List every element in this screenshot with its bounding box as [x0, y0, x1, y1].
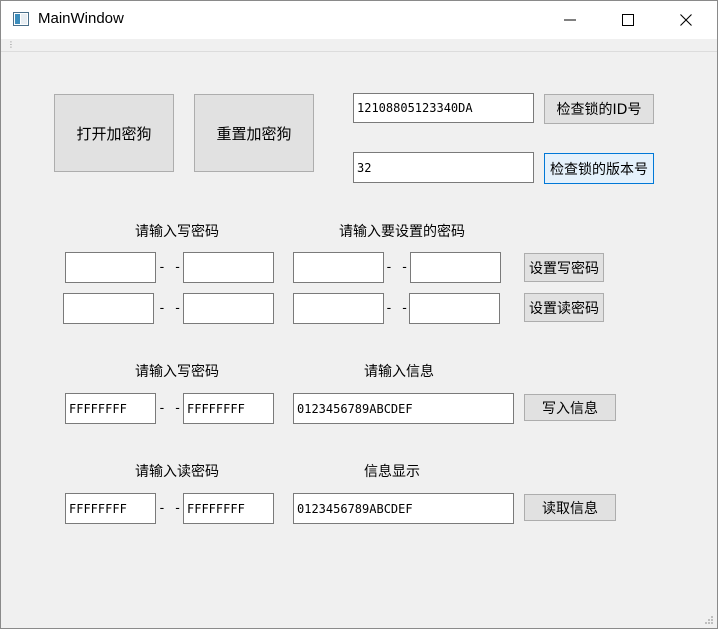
read-section-password-prompt: 请输入读密码: [135, 464, 219, 480]
setup-row2-old-password-a[interactable]: [63, 293, 154, 324]
check-version-button[interactable]: 检查锁的版本号: [544, 153, 654, 184]
write-info-field[interactable]: 0123456789ABCDEF: [293, 393, 514, 424]
open-dongle-button[interactable]: 打开加密狗: [54, 94, 174, 172]
setup-row2-old-password-b[interactable]: [183, 293, 274, 324]
setup-row1-new-password-a[interactable]: [293, 252, 384, 283]
write-password-field-a[interactable]: FFFFFFFF: [65, 393, 156, 424]
write-section-info-prompt: 请输入信息: [364, 364, 434, 380]
separator: - -: [385, 301, 409, 316]
write-password-field-b[interactable]: FFFFFFFF: [183, 393, 274, 424]
write-password-prompt: 请输入写密码: [135, 224, 219, 240]
separator: - -: [158, 401, 182, 416]
read-info-button[interactable]: 读取信息: [524, 494, 616, 521]
title-bar[interactable]: MainWindow: [1, 1, 717, 39]
separator: - -: [158, 301, 182, 316]
setup-row1-new-password-b[interactable]: [410, 252, 501, 283]
maximize-icon: [622, 14, 634, 26]
separator: - -: [385, 260, 409, 275]
close-icon: [680, 14, 692, 26]
setup-row2-new-password-b[interactable]: [409, 293, 500, 324]
reset-dongle-button[interactable]: 重置加密狗: [194, 94, 314, 172]
setup-row2-new-password-a[interactable]: [293, 293, 384, 324]
maximize-button[interactable]: [599, 1, 657, 39]
app-icon: [13, 12, 29, 26]
check-id-button[interactable]: 检查锁的ID号: [544, 94, 654, 124]
resize-grip-icon[interactable]: [704, 615, 714, 625]
dongle-version-field[interactable]: 32: [353, 152, 534, 183]
set-read-password-button[interactable]: 设置读密码: [524, 293, 604, 322]
setup-row1-old-password-a[interactable]: [65, 252, 156, 283]
window-title: MainWindow: [38, 10, 124, 27]
new-password-prompt: 请输入要设置的密码: [339, 224, 465, 240]
central-widget: 打开加密狗 重置加密狗 12108805123340DA 检查锁的ID号 32 …: [1, 52, 717, 628]
toolbar-area: ⋮: [1, 39, 717, 52]
minimize-button[interactable]: [541, 1, 599, 39]
dongle-id-field[interactable]: 12108805123340DA: [353, 93, 534, 123]
read-password-field-b[interactable]: FFFFFFFF: [183, 493, 274, 524]
main-window: MainWindow ⋮ 打开加密狗 重置加密狗 12108805123340D…: [0, 0, 718, 629]
read-password-field-a[interactable]: FFFFFFFF: [65, 493, 156, 524]
separator: - -: [158, 501, 182, 516]
set-write-password-button[interactable]: 设置写密码: [524, 253, 604, 282]
write-info-button[interactable]: 写入信息: [524, 394, 616, 421]
close-button[interactable]: [657, 1, 715, 39]
read-section-info-prompt: 信息显示: [364, 464, 420, 480]
minimize-icon: [564, 19, 576, 21]
setup-row1-old-password-b[interactable]: [183, 252, 274, 283]
write-section-password-prompt: 请输入写密码: [135, 364, 219, 380]
toolbar-grip-icon[interactable]: ⋮: [7, 41, 15, 49]
read-info-display[interactable]: 0123456789ABCDEF: [293, 493, 514, 524]
separator: - -: [158, 260, 182, 275]
